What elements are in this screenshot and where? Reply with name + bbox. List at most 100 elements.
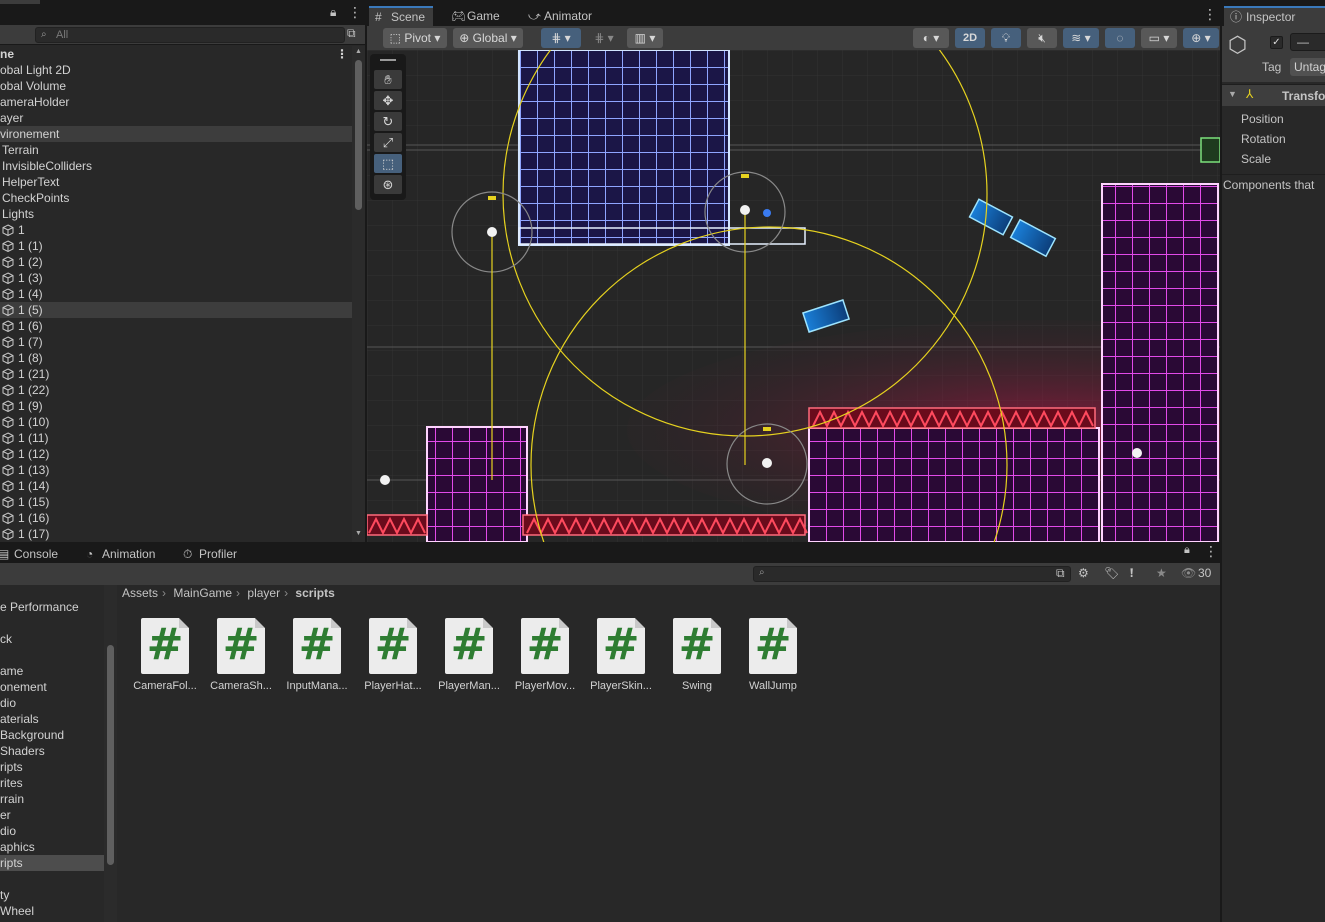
folder-tree-item[interactable]: ty [0,887,104,903]
folder-tree-item[interactable] [0,647,104,663]
favorite-star-icon[interactable]: ★ [1156,566,1167,580]
tab-profiler[interactable]: ⏱︎ Profiler [177,544,245,564]
breadcrumb-maingame[interactable]: MainGame [173,586,232,600]
scene-more-icon[interactable]: ⋮ [1203,6,1217,23]
filter-type-icon[interactable]: ⚙︎ [1078,566,1089,580]
script-asset[interactable]: # PlayerSkin... [583,618,659,698]
folder-tree-item[interactable]: rrain [0,791,104,807]
folder-tree-item[interactable]: ame [0,663,104,679]
scroll-down-icon[interactable]: ▼ [355,530,362,537]
hierarchy-item[interactable]: InvisibleColliders [0,158,352,174]
grid-visibility-toggle[interactable]: ▥ ▾ [627,28,663,48]
hierarchy-item[interactable]: 1 (16) [0,510,352,526]
hand-tool-button[interactable]: ✋︎ [374,70,402,89]
scene-menu-icon[interactable]: ⋮ [336,46,348,62]
hierarchy-item[interactable]: Lights [0,206,352,222]
hierarchy-item[interactable]: 1 (10) [0,414,352,430]
tab-animator[interactable]: ⤻ Animator [522,6,600,26]
more-menu-icon[interactable]: ⋮ [348,4,362,21]
hierarchy-item[interactable]: HelperText [0,174,352,190]
hierarchy-search-input[interactable]: ⌕ All [35,27,345,43]
label-filter-icon[interactable]: 🏷︎ [1104,566,1119,580]
search-options-icon[interactable]: ⧉ [347,26,356,41]
hidden-count-icon[interactable]: 👁︎ [1181,566,1196,580]
script-asset[interactable]: # PlayerHat... [355,618,431,698]
tag-dropdown[interactable]: Untag [1290,58,1325,76]
hierarchy-scrollbar[interactable]: ▲ ▼ [352,46,365,542]
global-dropdown[interactable]: ⊕ Global ▾ [453,28,523,48]
folder-tree-item[interactable]: e Performance [0,599,104,615]
folder-tree-item[interactable]: onement [0,679,104,695]
hierarchy-item[interactable]: 1 (6) [0,318,352,334]
camera-dropdown[interactable]: ▭ ▾ [1141,28,1177,48]
hidden-objects-toggle[interactable]: ◌ [1105,28,1135,48]
audio-toggle[interactable]: 🔇︎ [1027,28,1057,48]
hierarchy-item[interactable]: 1 (2) [0,254,352,270]
2d-mode-toggle[interactable]: 2D [955,28,985,48]
draw-mode-dropdown[interactable]: ◐ ▾ [913,28,949,48]
hierarchy-item[interactable]: 1 (13) [0,462,352,478]
scene-viewport[interactable]: ✋︎ ✥ ↻ ⤢ ⬚ ⊛ [367,50,1220,542]
hierarchy-item[interactable]: 1 (17) [0,526,352,542]
tab-console[interactable]: ▤ Console [0,544,66,564]
move-tool-button[interactable]: ✥ [374,91,402,110]
hierarchy-item[interactable]: 1 (21) [0,366,352,382]
transform-tool-button[interactable]: ⊛ [374,175,402,194]
tab-game[interactable]: 🎮︎ Game [445,6,508,26]
folder-tree-item[interactable]: er [0,807,104,823]
hierarchy-item[interactable]: 1 (9) [0,398,352,414]
folder-tree-item[interactable]: ck [0,631,104,647]
rotate-tool-button[interactable]: ↻ [374,112,402,131]
hierarchy-item[interactable]: 1 (7) [0,334,352,350]
object-name-field[interactable]: — [1290,33,1325,51]
folder-tree-item[interactable]: Wheel [0,903,104,919]
lock-icon[interactable]: 🔒︎ [1184,544,1190,557]
script-asset[interactable]: # CameraSh... [203,618,279,698]
hierarchy-item[interactable]: 1 (12) [0,446,352,462]
folder-tree-item[interactable]: aphics [0,839,104,855]
script-asset[interactable]: # CameraFol... [127,618,203,698]
hierarchy-item[interactable]: 1 [0,222,352,238]
hierarchy-item[interactable]: 1 (15) [0,494,352,510]
hierarchy-item[interactable]: 1 (4) [0,286,352,302]
hierarchy-item[interactable]: ayer [0,110,352,126]
scene-header[interactable]: ne ⋮ [0,46,352,62]
hierarchy-item[interactable]: 1 (22) [0,382,352,398]
hierarchy-item[interactable]: ameraHolder [0,94,352,110]
hierarchy-item[interactable]: obal Light 2D [0,62,352,78]
scale-tool-button[interactable]: ⤢ [374,133,402,152]
folder-tree-item[interactable]: Shaders [0,743,104,759]
folder-tree-item[interactable]: Background [0,727,104,743]
hierarchy-item[interactable]: vironement [0,126,352,142]
folder-tree-item[interactable]: dio [0,823,104,839]
grid-snap-toggle[interactable]: ⋕ ▾ [541,28,581,48]
hierarchy-item[interactable]: 1 (14) [0,478,352,494]
effects-dropdown[interactable]: ≋ ▾ [1063,28,1099,48]
script-asset[interactable]: # InputMana... [279,618,355,698]
hierarchy-item[interactable]: 1 (11) [0,430,352,446]
folder-tree-item[interactable]: dio [0,695,104,711]
rotation-label[interactable]: Rotation [1241,132,1286,146]
active-checkbox[interactable]: ✓ [1270,36,1283,49]
position-label[interactable]: Position [1241,112,1284,126]
hierarchy-item[interactable]: CheckPoints [0,190,352,206]
bottom-more-icon[interactable]: ⋮ [1204,543,1218,560]
folder-tree-item[interactable]: ripts [0,855,104,871]
scale-label[interactable]: Scale [1241,152,1271,166]
folder-tree-item[interactable] [0,615,104,631]
hierarchy-item[interactable]: obal Volume [0,78,352,94]
hierarchy-item[interactable]: 1 (5) [0,302,352,318]
gizmos-dropdown[interactable]: ⊕ ▾ [1183,28,1219,48]
tree-scrollbar[interactable] [104,585,117,922]
tree-scroll-thumb[interactable] [107,645,114,865]
hierarchy-item[interactable]: 1 (8) [0,350,352,366]
script-asset[interactable]: # WallJump [735,618,811,698]
folder-tree-item[interactable]: aterials [0,711,104,727]
scroll-up-icon[interactable]: ▲ [355,48,362,55]
hierarchy-item[interactable]: 1 (1) [0,238,352,254]
log-filter-icon[interactable]: ❗︎ [1130,566,1133,581]
transform-header[interactable]: ▼ ⅄ Transfo [1222,84,1325,106]
increment-snap-toggle[interactable]: ⋕ ▾ [587,28,621,48]
collapse-arrow-icon[interactable]: ▼ [1228,89,1237,99]
folder-tree-item[interactable]: ripts [0,759,104,775]
